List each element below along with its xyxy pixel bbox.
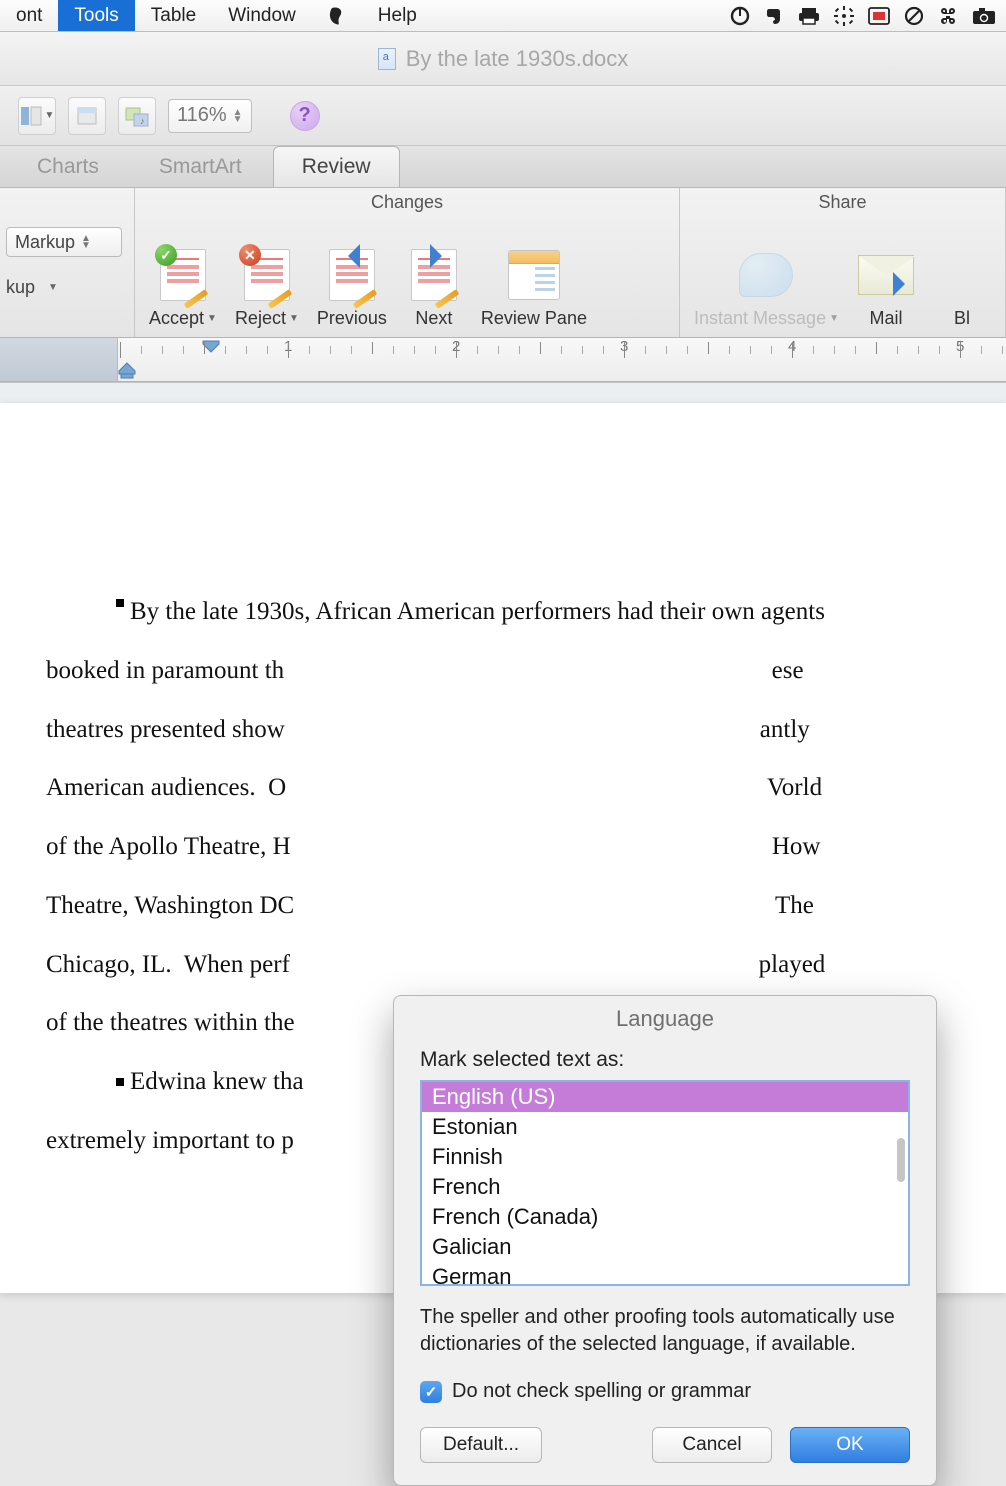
evernote-icon[interactable] (764, 6, 784, 26)
standard-toolbar: ▼ ♪ 116% ▲▼ ? (0, 86, 1006, 146)
no-entry-icon[interactable] (904, 6, 924, 26)
checkmark-badge-icon: ✓ (155, 244, 177, 266)
status-icons (730, 0, 1006, 31)
language-dialog: Language Mark selected text as: English … (393, 995, 937, 1486)
previous-change-button[interactable]: Previous (311, 246, 393, 329)
zoom-value: 116% (177, 104, 227, 127)
menu-font-partial[interactable]: ont (0, 0, 58, 31)
do-not-check-spelling-checkbox[interactable]: ✓ (420, 1381, 442, 1403)
review-pane-icon (508, 250, 560, 300)
chat-bubble-icon (739, 253, 793, 297)
blocked-label-partial: Bl (954, 308, 970, 329)
reject-label: Reject (235, 308, 286, 329)
printer-icon[interactable] (798, 6, 820, 26)
share-group: Share Instant Message▼ Mail Bl (680, 188, 1006, 337)
zoom-combo[interactable]: 116% ▲▼ (168, 99, 252, 133)
show-markup-dropdown[interactable]: kup ▼ (6, 263, 128, 293)
chevron-down-icon: ▼ (48, 282, 58, 293)
chevron-down-icon: ▼ (289, 313, 299, 324)
instant-message-label: Instant Message (694, 308, 826, 329)
ribbon: Markup ▲▼ kup ▼ Changes ✓ Accept▼ ✕ Reje… (0, 188, 1006, 338)
menu-window[interactable]: Window (212, 0, 312, 31)
document-icon (378, 48, 396, 70)
cancel-button[interactable]: Cancel (652, 1427, 772, 1463)
mail-label: Mail (869, 308, 902, 329)
ok-button[interactable]: OK (790, 1427, 910, 1463)
markup-label: Markup (15, 232, 75, 253)
language-listbox[interactable]: English (US) Estonian Finnish French Fre… (420, 1080, 910, 1286)
display-for-review-dropdown[interactable]: Markup ▲▼ (6, 227, 122, 257)
send-arrow-icon (893, 272, 917, 296)
menu-table[interactable]: Table (135, 0, 212, 31)
language-option-finnish[interactable]: Finnish (422, 1142, 908, 1172)
left-arrow-icon (336, 244, 360, 268)
dialog-title: Language (394, 996, 936, 1048)
window-titlebar: By the late 1930s.docx (0, 32, 1006, 86)
chevron-down-icon: ▼ (829, 313, 839, 324)
ruler-margin-shade (0, 338, 118, 381)
changes-group: Changes ✓ Accept▼ ✕ Reject▼ Previous Nex… (135, 188, 680, 337)
help-button[interactable]: ? (290, 101, 320, 131)
right-arrow-icon (430, 244, 454, 268)
kup-label: kup (6, 277, 35, 298)
tracking-group: Markup ▲▼ kup ▼ (0, 188, 135, 337)
next-label: Next (415, 308, 452, 329)
pencil-icon (435, 289, 460, 309)
language-option-german[interactable]: German (422, 1262, 908, 1286)
paragraph-bullet (116, 1078, 124, 1086)
svg-text:♪: ♪ (140, 116, 145, 126)
scrollbar-thumb[interactable] (897, 1138, 905, 1182)
changes-group-title: Changes (135, 188, 679, 215)
paragraph-bullet (116, 599, 124, 607)
horizontal-ruler[interactable]: 1 2 3 4 5 (0, 338, 1006, 382)
media-browser-button[interactable]: ♪ (118, 97, 156, 135)
command-icon[interactable] (938, 6, 958, 26)
accept-label: Accept (149, 308, 204, 329)
share-group-title: Share (680, 188, 1005, 215)
menubar: ont Tools Table Window Help (0, 0, 1006, 32)
mail-button[interactable]: Mail (851, 246, 921, 329)
language-option-french-canada[interactable]: French (Canada) (422, 1202, 908, 1232)
pencil-icon (353, 289, 378, 309)
tab-smartart[interactable]: SmartArt (130, 146, 271, 187)
scripts-menu-icon[interactable] (312, 0, 362, 31)
accept-button[interactable]: ✓ Accept▼ (143, 246, 223, 329)
document-workspace: By the late 1930s, African American perf… (0, 382, 1006, 1292)
pencil-icon (268, 289, 293, 309)
menu-help[interactable]: Help (362, 0, 433, 31)
stamp-icon[interactable] (868, 7, 890, 25)
do-not-check-spelling-label: Do not check spelling or grammar (452, 1380, 751, 1403)
power-icon[interactable] (730, 6, 750, 26)
document-title: By the late 1930s.docx (406, 46, 629, 72)
blocked-authors-button-partial[interactable]: Bl (927, 246, 997, 329)
review-pane-button[interactable]: Review Pane (475, 246, 593, 329)
tab-charts[interactable]: Charts (8, 146, 128, 187)
language-option-galician[interactable]: Galician (422, 1232, 908, 1262)
language-option-english-us[interactable]: English (US) (422, 1082, 908, 1112)
hanging-indent-marker[interactable] (118, 361, 136, 379)
toolbox-button[interactable] (68, 97, 106, 135)
dialog-info-text: The speller and other proofing tools aut… (420, 1304, 910, 1358)
pencil-icon (184, 289, 209, 309)
envelope-icon (858, 255, 914, 295)
reject-button[interactable]: ✕ Reject▼ (229, 246, 305, 329)
mark-text-label: Mark selected text as: (420, 1048, 910, 1072)
next-change-button[interactable]: Next (399, 246, 469, 329)
instant-message-button: Instant Message▼ (688, 246, 845, 329)
language-option-estonian[interactable]: Estonian (422, 1112, 908, 1142)
language-option-french[interactable]: French (422, 1172, 908, 1202)
menu-tools[interactable]: Tools (58, 0, 134, 31)
x-badge-icon: ✕ (239, 244, 261, 266)
camera-icon[interactable] (972, 7, 996, 25)
review-pane-label: Review Pane (481, 308, 587, 329)
stepper-arrows-icon: ▲▼ (233, 109, 243, 123)
ribbon-tabs: Charts SmartArt Review (0, 146, 1006, 188)
sidebar-toggle-button[interactable]: ▼ (18, 97, 56, 135)
previous-label: Previous (317, 308, 387, 329)
chevron-down-icon: ▼ (207, 313, 217, 324)
brightness-icon[interactable] (834, 6, 854, 26)
tab-review[interactable]: Review (273, 146, 400, 187)
stepper-arrows-icon: ▲▼ (81, 235, 91, 249)
default-button[interactable]: Default... (420, 1427, 542, 1463)
